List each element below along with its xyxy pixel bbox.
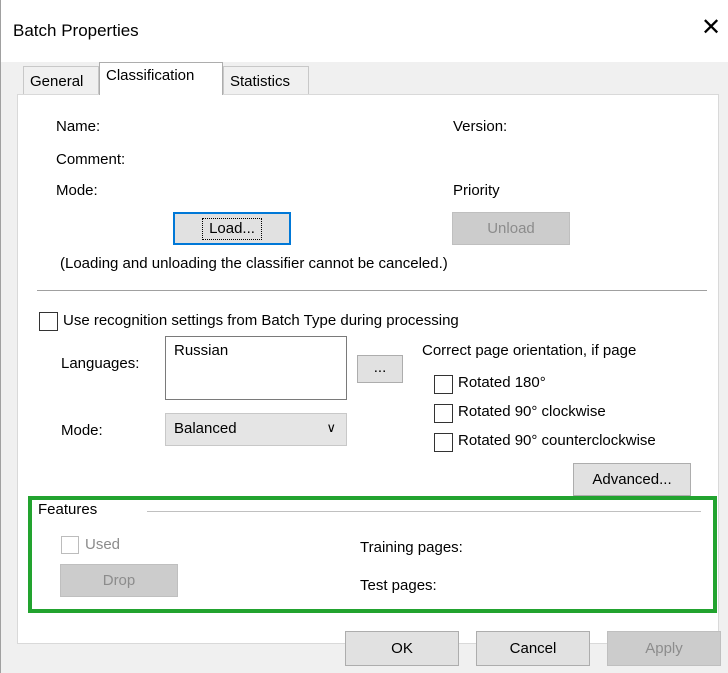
rotated-90-ccw-label: Rotated 90° counterclockwise bbox=[458, 432, 656, 449]
unload-button-label: Unload bbox=[487, 220, 535, 237]
title-bar: Batch Properties ✕ bbox=[1, 0, 728, 62]
advanced-button-label: Advanced... bbox=[592, 471, 672, 488]
apply-button-label: Apply bbox=[645, 640, 683, 657]
tab-general[interactable]: General bbox=[23, 66, 99, 94]
mode-select-value: Balanced bbox=[174, 420, 237, 437]
tab-label: Classification bbox=[106, 67, 195, 84]
rotated-180-label: Rotated 180° bbox=[458, 374, 546, 391]
cancel-button-label: Cancel bbox=[509, 640, 557, 657]
tab-label: Statistics bbox=[230, 73, 291, 90]
tab-classification[interactable]: Classification bbox=[99, 62, 223, 95]
classifier-note: (Loading and unloading the classifier ca… bbox=[60, 255, 448, 272]
window-title: Batch Properties bbox=[13, 21, 139, 40]
chevron-down-icon: ∨ bbox=[326, 420, 336, 435]
name-label: Name: bbox=[56, 118, 101, 135]
mode-select[interactable]: Balanced ∨ bbox=[165, 413, 347, 446]
advanced-button[interactable]: Advanced... bbox=[573, 463, 691, 496]
browse-button-label: ... bbox=[373, 359, 387, 376]
features-highlight-box bbox=[28, 496, 717, 613]
use-batch-type-checkbox[interactable] bbox=[39, 312, 58, 331]
load-button[interactable]: Load... bbox=[173, 212, 291, 245]
orientation-heading: Correct page orientation, if page bbox=[422, 342, 637, 359]
batch-properties-dialog: Batch Properties ✕ General Classificatio… bbox=[0, 0, 728, 673]
tab-statistics[interactable]: Statistics bbox=[223, 66, 309, 94]
languages-browse-button[interactable]: ... bbox=[357, 355, 403, 383]
version-label: Version: bbox=[453, 118, 508, 135]
ok-button[interactable]: OK bbox=[345, 631, 459, 666]
load-button-label: Load... bbox=[202, 218, 262, 240]
unload-button[interactable]: Unload bbox=[452, 212, 570, 245]
classifier-mode-label: Mode: bbox=[56, 182, 98, 199]
language-item[interactable]: Russian bbox=[174, 342, 228, 359]
tab-label: General bbox=[30, 73, 84, 90]
divider bbox=[37, 290, 707, 291]
use-batch-type-label: Use recognition settings from Batch Type… bbox=[63, 312, 459, 329]
ok-button-label: OK bbox=[391, 640, 413, 657]
rotated-90-ccw-checkbox[interactable] bbox=[434, 433, 453, 452]
rotated-90-cw-label: Rotated 90° clockwise bbox=[458, 403, 606, 420]
languages-label: Languages: bbox=[61, 355, 140, 372]
cancel-button[interactable]: Cancel bbox=[476, 631, 590, 666]
priority-label: Priority bbox=[453, 182, 500, 199]
close-icon[interactable]: ✕ bbox=[701, 16, 721, 40]
languages-list[interactable]: Russian bbox=[165, 336, 347, 400]
rotated-90-cw-checkbox[interactable] bbox=[434, 404, 453, 423]
recognition-mode-label: Mode: bbox=[61, 422, 103, 439]
rotated-180-checkbox[interactable] bbox=[434, 375, 453, 394]
apply-button[interactable]: Apply bbox=[607, 631, 721, 666]
comment-label: Comment: bbox=[56, 151, 126, 168]
